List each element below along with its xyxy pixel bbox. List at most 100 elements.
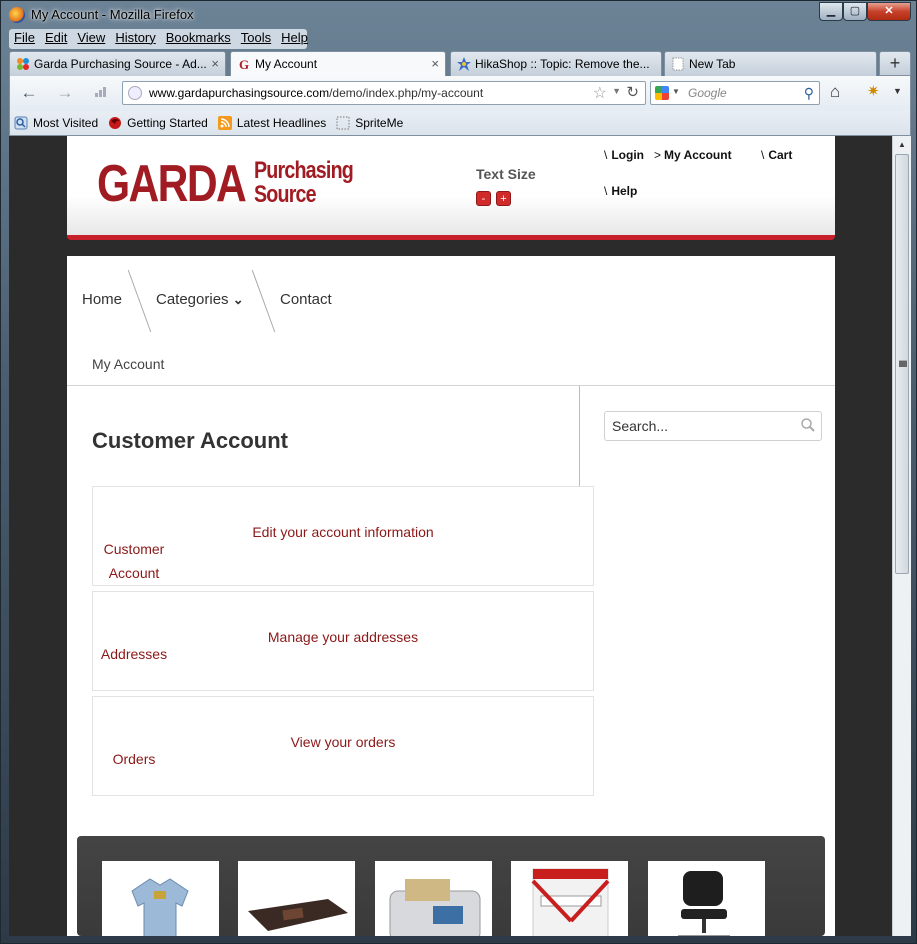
- product-office-chair-image[interactable]: [648, 861, 765, 936]
- tab-close-icon[interactable]: ×: [211, 56, 219, 71]
- joomla-icon: [17, 58, 29, 70]
- close-window-button[interactable]: ✕: [867, 2, 911, 21]
- column-divider: [579, 386, 580, 486]
- url-dropdown-icon[interactable]: ▼: [612, 86, 621, 96]
- product-showcase: [67, 826, 835, 936]
- scroll-grip-icon: ▬ ▬ ▬: [899, 356, 907, 369]
- window-title: My Account - Mozilla Firefox: [31, 7, 194, 22]
- site-header: GARDA Purchasing Source Text Size - + \ Lo…: [67, 136, 835, 240]
- nav-separator: [251, 269, 276, 333]
- home-icon[interactable]: ⌂: [830, 82, 840, 102]
- tab-label: Garda Purchasing Source - Ad...: [34, 57, 207, 71]
- bookmark-star-icon[interactable]: ☆: [593, 83, 607, 103]
- site-search-box: [604, 411, 822, 441]
- tab-garda-admin[interactable]: Garda Purchasing Source - Ad... ×: [9, 51, 226, 76]
- my-account-link[interactable]: > My Account: [654, 148, 732, 162]
- text-size-label: Text Size: [476, 166, 536, 182]
- tab-label: My Account: [255, 57, 318, 71]
- product-deposit-bag-image[interactable]: [511, 861, 628, 936]
- page-title: Customer Account: [92, 428, 288, 453]
- dotted-square-icon: [336, 116, 350, 130]
- main-content: Customer Account Edit your account infor…: [67, 386, 835, 826]
- orders-card[interactable]: View your orders Orders: [92, 696, 594, 796]
- product-carousel: [77, 836, 825, 936]
- firefox-red-icon: [109, 117, 122, 129]
- back-arrow-icon[interactable]: ←: [18, 82, 40, 104]
- menu-file[interactable]: File: [9, 29, 40, 49]
- rss-icon: [217, 116, 232, 130]
- firefox-logo-icon: [9, 7, 25, 23]
- product-money-counter-image[interactable]: [375, 861, 492, 936]
- text-size-increase-button[interactable]: +: [496, 191, 511, 206]
- page-viewport: GARDA Purchasing Source Text Size - + \ Lo…: [9, 136, 892, 936]
- menu-bookmarks[interactable]: Bookmarks: [161, 29, 236, 49]
- search-icon[interactable]: [800, 417, 816, 433]
- url-text: www.gardapurchasingsource.com/demo/index…: [149, 86, 484, 100]
- bookmark-latest-headlines[interactable]: Latest Headlines: [217, 116, 326, 130]
- addon-bee-icon[interactable]: ✷: [867, 82, 880, 100]
- globe-icon: [128, 86, 142, 100]
- tab-new-tab[interactable]: New Tab: [664, 51, 877, 76]
- minimize-button[interactable]: ▁: [819, 2, 843, 21]
- tab-close-icon[interactable]: ×: [431, 56, 439, 71]
- card-label[interactable]: Customer Account: [93, 537, 175, 585]
- product-ribbon-image[interactable]: [238, 861, 355, 936]
- menu-bar: File Edit View History Bookmarks Tools H…: [9, 29, 308, 49]
- tab-label: New Tab: [689, 57, 736, 71]
- bookmarks-toolbar: Most Visited Getting Started Latest Head…: [9, 111, 911, 136]
- login-link[interactable]: \ Login: [604, 148, 644, 162]
- main-navigation: Home Categories ⌄ Contact My Account: [67, 256, 835, 386]
- firefox-window: My Account - Mozilla Firefox ▁ ▢ ✕ File …: [0, 0, 917, 944]
- product-shirt-image[interactable]: [102, 861, 219, 936]
- browser-search-box[interactable]: ▼ Google ⚲: [650, 81, 820, 105]
- menu-tools[interactable]: Tools: [236, 29, 276, 49]
- breadcrumb[interactable]: My Account: [92, 356, 164, 372]
- tab-my-account[interactable]: G My Account ×: [230, 51, 446, 77]
- nav-contact[interactable]: Contact: [280, 291, 332, 308]
- maximize-button[interactable]: ▢: [843, 2, 867, 21]
- search-icon[interactable]: ⚲: [804, 85, 814, 102]
- search-engine-dropdown-icon[interactable]: ▼: [672, 87, 680, 96]
- nav-categories[interactable]: Categories ⌄: [156, 291, 244, 308]
- menu-help[interactable]: Help: [276, 29, 313, 49]
- bookmark-most-visited[interactable]: Most Visited: [14, 116, 98, 130]
- url-bar[interactable]: www.gardapurchasingsource.com/demo/index…: [122, 81, 646, 105]
- menu-view[interactable]: View: [72, 29, 110, 49]
- card-label[interactable]: Orders: [93, 747, 175, 771]
- garda-g-icon: G: [239, 57, 249, 71]
- site-search-input[interactable]: [605, 412, 795, 440]
- addresses-card[interactable]: Manage your addresses Addresses: [92, 591, 594, 691]
- garda-logo[interactable]: GARDA Purchasing Source: [97, 156, 377, 216]
- hikashop-icon: [457, 57, 471, 71]
- svg-text:G: G: [239, 57, 249, 71]
- bookmark-spriteme[interactable]: SpriteMe: [336, 116, 403, 130]
- tab-hikashop[interactable]: HikaShop :: Topic: Remove the...: [450, 51, 662, 76]
- menu-history[interactable]: History: [110, 29, 160, 49]
- reload-icon[interactable]: ↻: [626, 83, 639, 101]
- navigation-toolbar: ← → www.gardapurchasingsource.com/demo/i…: [9, 76, 911, 111]
- browser-search-placeholder: Google: [688, 86, 727, 100]
- title-bar: My Account - Mozilla Firefox ▁ ▢ ✕: [1, 1, 917, 29]
- tab-label: HikaShop :: Topic: Remove the...: [475, 57, 650, 71]
- tab-strip: Garda Purchasing Source - Ad... × G My A…: [9, 51, 911, 77]
- vertical-scrollbar[interactable]: ▲ ▬ ▬ ▬: [892, 136, 911, 936]
- scrollbar-thumb[interactable]: ▬ ▬ ▬: [895, 154, 909, 574]
- most-visited-icon: [14, 116, 28, 130]
- addon-dropdown-icon[interactable]: ▼: [893, 86, 902, 96]
- blank-page-icon: [672, 57, 684, 71]
- bookmark-getting-started[interactable]: Getting Started: [108, 116, 208, 130]
- help-link[interactable]: \ Help: [604, 184, 637, 198]
- forward-arrow-icon[interactable]: →: [54, 82, 76, 104]
- card-label[interactable]: Addresses: [93, 642, 175, 666]
- menu-edit[interactable]: Edit: [40, 29, 72, 49]
- scroll-up-arrow-icon[interactable]: ▲: [893, 136, 911, 153]
- new-tab-button[interactable]: +: [879, 51, 911, 76]
- google-icon[interactable]: [655, 86, 669, 100]
- nav-home[interactable]: Home: [82, 291, 122, 308]
- nav-separator: [127, 269, 152, 333]
- text-size-decrease-button[interactable]: -: [476, 191, 491, 206]
- signal-bars-icon[interactable]: [90, 82, 112, 104]
- account-card[interactable]: Edit your account information Customer Ac…: [92, 486, 594, 586]
- chevron-down-icon: ⌄: [232, 292, 244, 307]
- cart-link[interactable]: \ Cart: [761, 148, 792, 162]
